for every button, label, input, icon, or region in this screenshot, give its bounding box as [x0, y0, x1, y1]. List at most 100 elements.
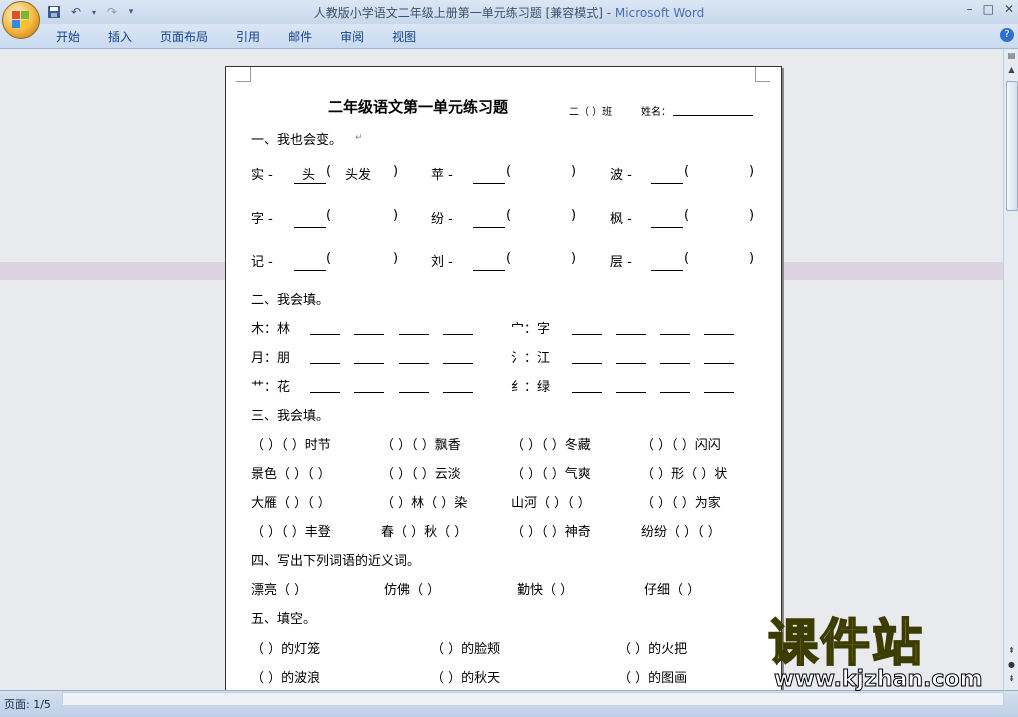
s3-cell: 山河（ ）（ ） [511, 496, 591, 511]
s2-blank[interactable] [443, 392, 473, 393]
s3-cell: 春（ ）秋（ ） [381, 525, 468, 540]
ruler-toggle-icon[interactable]: ▤ [1004, 49, 1018, 63]
scroll-thumb[interactable] [1006, 81, 1018, 211]
s2-blank[interactable] [660, 363, 690, 364]
s1-blank[interactable] [651, 227, 683, 228]
office-button[interactable] [2, 1, 40, 39]
s4-item: 仔细（ ） [644, 583, 701, 598]
s1-blank[interactable] [651, 270, 683, 271]
s2-blank[interactable] [354, 334, 384, 335]
s2-blank[interactable] [572, 363, 602, 364]
document-page[interactable]: 二年级语文第一单元练习题 二（ ）班 姓名： 一、我也会变。 ↵ 实 - 头 (… [225, 66, 782, 690]
previous-page-icon[interactable]: ⇞ [1006, 645, 1017, 656]
s1-blank[interactable] [651, 183, 683, 184]
s2-blank[interactable] [704, 392, 734, 393]
next-page-icon[interactable]: ⇟ [1006, 673, 1017, 684]
s2-right-item: 宀：字 [511, 322, 551, 337]
vertical-scrollbar[interactable]: ▤ ▲ ⇞ ● ⇟ [1003, 49, 1018, 690]
maximize-button[interactable]: □ [983, 2, 994, 16]
name-label: 姓名： [641, 107, 671, 118]
site-watermark: 课件站 www.kjzhan.com [767, 614, 1003, 695]
s2-blank[interactable] [399, 334, 429, 335]
s1-paren-open: ( [506, 208, 512, 223]
s2-blank[interactable] [704, 334, 734, 335]
s3-cell: （ ）（ ）云淡 [381, 467, 461, 482]
s2-blank[interactable] [616, 334, 646, 335]
s1-paren-close: ) [393, 208, 399, 223]
s5-cell: （ ）的脸颊 [431, 642, 501, 657]
s1-paren-open: ( [684, 251, 690, 266]
s1-blank[interactable] [473, 270, 505, 271]
doc-title: 二年级语文第一单元练习题 [328, 98, 509, 116]
minimize-button[interactable]: – [967, 2, 973, 16]
s1-item-char: 波 - [610, 168, 632, 183]
s2-blank[interactable] [443, 363, 473, 364]
s1-paren-open: ( [326, 251, 332, 266]
tab-page-layout[interactable]: 页面布局 [146, 28, 222, 46]
s4-item: 勤快（ ） [517, 583, 574, 598]
tab-view[interactable]: 视图 [378, 28, 430, 46]
watermark-url: www.kjzhan.com [774, 667, 984, 693]
s2-blank[interactable] [660, 392, 690, 393]
s2-blank[interactable] [572, 392, 602, 393]
scroll-up-icon[interactable]: ▲ [1004, 63, 1018, 77]
tab-mailings[interactable]: 邮件 [274, 28, 326, 46]
s1-blank[interactable] [294, 227, 326, 228]
s2-blank[interactable] [310, 334, 340, 335]
s1-paren-close: ) [749, 164, 755, 179]
s1-paren-close: ) [571, 164, 577, 179]
s2-blank[interactable] [704, 363, 734, 364]
s2-blank[interactable] [616, 392, 646, 393]
s1-blank[interactable] [294, 270, 326, 271]
s1-paren-close: ) [749, 208, 755, 223]
window-controls: – □ ✕ [967, 2, 1014, 16]
s2-left-item: 月：朋 [251, 351, 291, 366]
tab-references[interactable]: 引用 [222, 28, 274, 46]
s2-blank[interactable] [354, 392, 384, 393]
page-indicator[interactable]: 页面: 1/5 [4, 696, 51, 712]
s4-item: 仿佛（ ） [384, 583, 441, 598]
help-icon[interactable]: ? [1000, 28, 1014, 42]
s5-cell: （ ）的火把 [618, 642, 688, 657]
s1-item-answer: 头 [302, 168, 316, 183]
s2-blank[interactable] [399, 392, 429, 393]
s2-blank[interactable] [310, 392, 340, 393]
section-3-heading: 三、我会填。 [251, 409, 330, 424]
s2-blank[interactable] [310, 363, 340, 364]
office-logo-icon [12, 11, 30, 29]
tab-home[interactable]: 开始 [56, 28, 94, 46]
name-blank[interactable] [673, 115, 753, 116]
ribbon: 开始 插入 页面布局 引用 邮件 审阅 视图 ? [0, 24, 1018, 49]
s1-item-char: 记 - [251, 255, 273, 270]
s3-cell: 大雁（ ）（ ） [251, 496, 331, 511]
s2-blank[interactable] [616, 363, 646, 364]
s1-blank[interactable] [473, 183, 505, 184]
s2-left-item: 艹：花 [251, 380, 291, 395]
s3-cell: （ ）形（ ）状 [641, 467, 728, 482]
s3-cell: （ ）（ ）神奇 [511, 525, 591, 540]
tab-insert[interactable]: 插入 [94, 28, 146, 46]
tab-review[interactable]: 审阅 [326, 28, 378, 46]
s3-cell: （ ）（ ）气爽 [511, 467, 591, 482]
s1-blank[interactable] [294, 183, 326, 184]
close-button[interactable]: ✕ [1004, 2, 1014, 16]
s3-cell: （ ）（ ）冬藏 [511, 438, 591, 453]
browse-object-icon[interactable]: ● [1006, 659, 1017, 670]
s5-cell: （ ）的波浪 [251, 671, 321, 686]
s2-blank[interactable] [443, 334, 473, 335]
s1-paren-close: ) [393, 164, 399, 179]
s2-right-item: 氵：江 [511, 351, 551, 366]
s2-blank[interactable] [354, 363, 384, 364]
section-4-heading: 四、写出下列词语的近义词。 [251, 554, 421, 569]
s3-cell: 景色（ ）（ ） [251, 467, 331, 482]
s1-item-char: 字 - [251, 212, 273, 227]
s1-item-char: 枫 - [610, 212, 632, 227]
s2-blank[interactable] [660, 334, 690, 335]
s1-paren-close: ) [749, 251, 755, 266]
s1-blank[interactable] [473, 227, 505, 228]
s1-paren-open: ( [506, 251, 512, 266]
s3-cell: （ ）（ ）闪闪 [641, 438, 721, 453]
s2-blank[interactable] [572, 334, 602, 335]
ribbon-tabs: 开始 插入 页面布局 引用 邮件 审阅 视图 [56, 28, 430, 46]
s2-blank[interactable] [399, 363, 429, 364]
